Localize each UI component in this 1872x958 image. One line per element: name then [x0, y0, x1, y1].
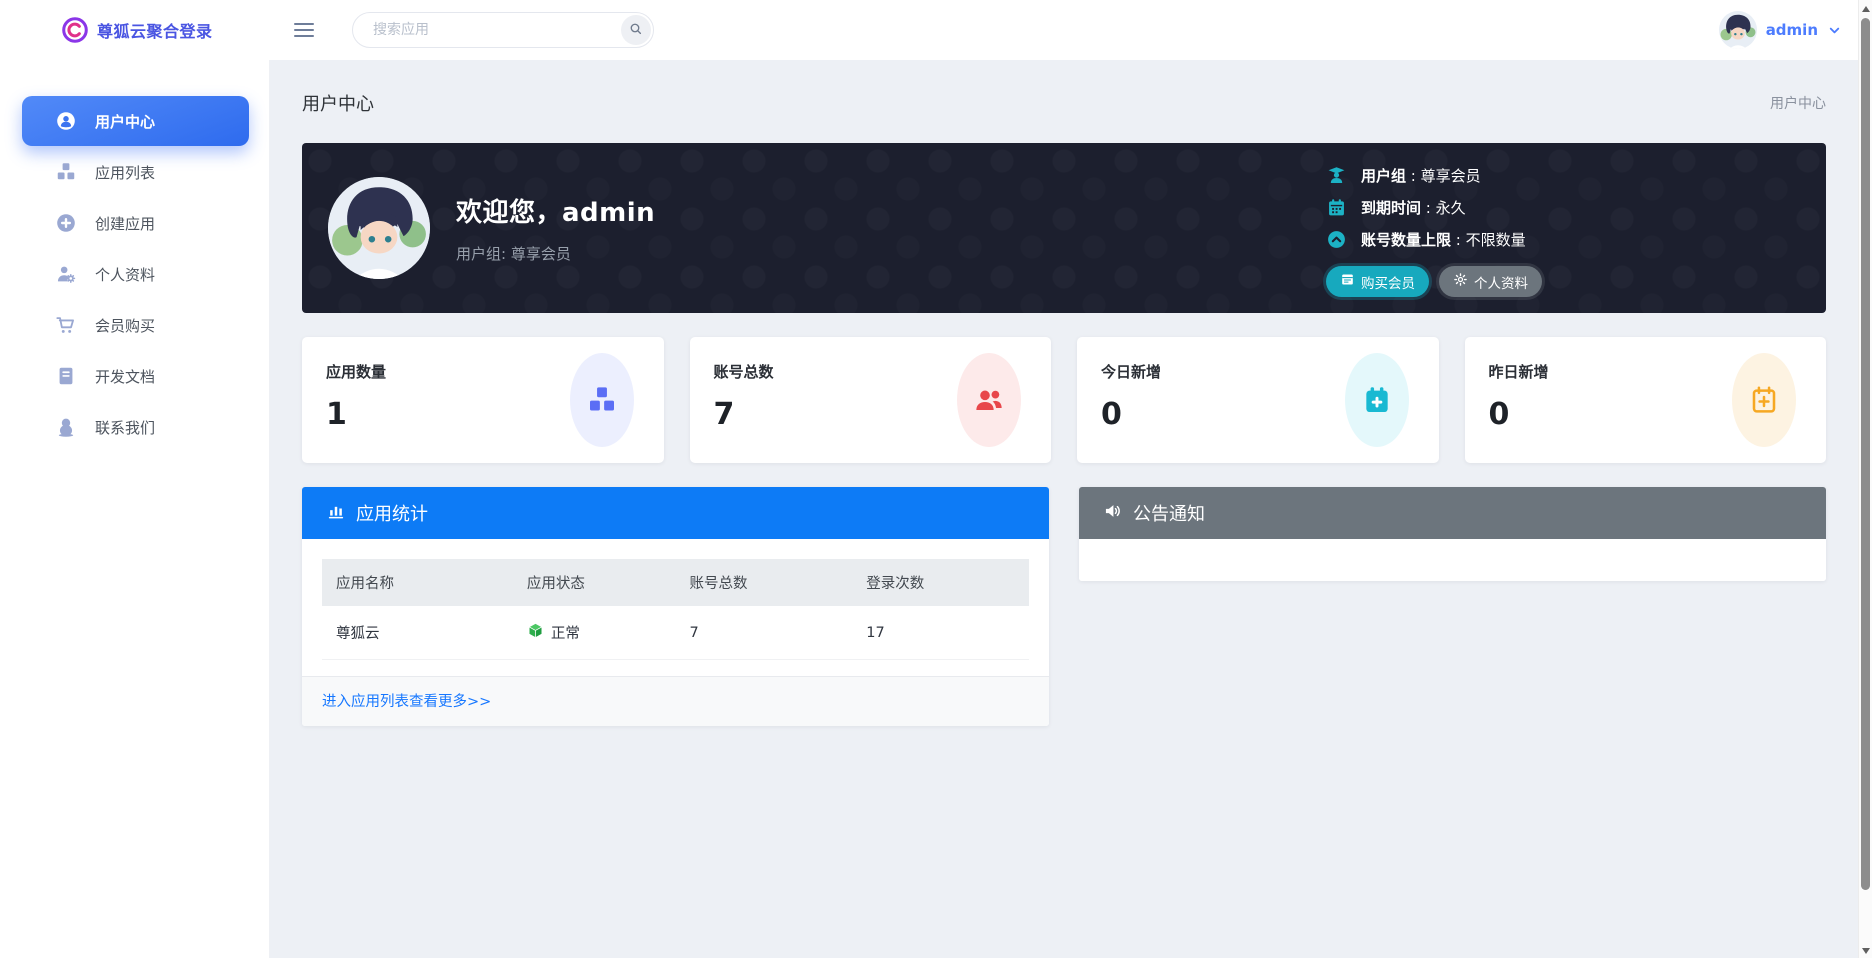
graduate-user-icon [1326, 165, 1347, 186]
menu-toggle-icon[interactable] [294, 22, 314, 38]
app-statistics-header: 应用统计 [302, 487, 1049, 539]
arrow-up-circle-icon [1326, 229, 1347, 250]
cubes-icon [55, 161, 77, 183]
stat-card-today-new: 今日新增 0 [1077, 337, 1439, 463]
sidebar-item-label: 创建应用 [95, 214, 156, 233]
user-group-subtitle: 用户组: 尊享会员 [456, 245, 571, 263]
app-window: 尊狐云聚合登录 admin [0, 0, 1872, 958]
calendar-icon [1326, 197, 1347, 218]
sidebar-item-label: 联系我们 [95, 418, 156, 437]
status-label: 正常 [550, 626, 580, 642]
sidebar: 用户中心 应用列表 创建应用 个人资料 会员购买 开发文档 联系我们 [0, 60, 270, 958]
hero-avatar [328, 177, 430, 279]
profile-button[interactable]: 个人资料 [1439, 266, 1542, 297]
users-icon [957, 353, 1021, 447]
top-bar: 尊狐云聚合登录 admin [0, 0, 1872, 60]
table-header-row: 应用名称 应用状态 账号总数 登录次数 [322, 559, 1029, 606]
stat-cards: 应用数量 1 账号总数 7 今日新增 0 昨日新增 0 [302, 337, 1826, 463]
info-account-limit: 账号数量上限 : 不限数量 [1326, 229, 1538, 250]
sidebar-item-label: 个人资料 [95, 265, 156, 284]
book-icon [55, 365, 77, 387]
logins-cell: 17 [852, 606, 1029, 660]
app-statistics-panel: 应用统计 应用名称 应用状态 账号总数 登录次数 尊狐云 正常 7 17 进入应… [302, 487, 1049, 726]
gear-icon [1453, 272, 1468, 291]
qq-penguin-icon [55, 416, 77, 438]
announcement-header: 公告通知 [1079, 487, 1826, 539]
scroll-down-arrow-icon[interactable] [1862, 948, 1870, 954]
table-row: 尊狐云 正常 7 17 [322, 606, 1029, 660]
main-content: 用户中心 用户中心 欢迎您，admin 用户组: 尊享会员 用户组: 尊享会员… [270, 60, 1872, 958]
sidebar-item-docs[interactable]: 开发文档 [22, 351, 249, 401]
user-avatar[interactable] [1718, 11, 1757, 49]
announcement-panel: 公告通知 [1079, 487, 1826, 581]
vertical-scrollbar[interactable] [1858, 0, 1872, 958]
info-expiry: 到期时间 : 永久 [1326, 197, 1538, 218]
welcome-banner: 欢迎您，admin 用户组: 尊享会员 用户组 : 尊享会员 到期时间: 永久… [302, 143, 1826, 313]
breadcrumb: 用户中心 [1770, 96, 1826, 112]
sidebar-item-label: 应用列表 [95, 163, 156, 182]
calendar-plus-icon [1344, 353, 1409, 447]
sidebar-item-contact[interactable]: 联系我们 [22, 402, 249, 452]
search-icon [628, 21, 644, 40]
cubes-icon [569, 353, 634, 447]
accounts-cell: 7 [675, 606, 853, 660]
user-menu[interactable]: admin [1718, 11, 1872, 49]
app-status-cell: 正常 [512, 606, 676, 660]
chevron-down-icon [1827, 23, 1842, 38]
stat-card-yesterday-new: 昨日新增 0 [1464, 337, 1826, 463]
plus-circle-icon [55, 212, 77, 234]
calendar-plus-outline-icon [1732, 353, 1796, 447]
scroll-up-arrow-icon[interactable] [1862, 6, 1870, 12]
page-title: 用户中心 [302, 94, 374, 115]
info-user-group: 用户组 : 尊享会员 [1326, 165, 1538, 186]
logo-c-icon [62, 17, 88, 43]
sidebar-item-label: 会员购买 [95, 316, 156, 335]
bar-chart-icon [326, 501, 346, 526]
sidebar-item-user-center[interactable]: 用户中心 [22, 96, 249, 146]
sidebar-item-profile[interactable]: 个人资料 [22, 249, 249, 299]
username-label: admin [1765, 21, 1818, 39]
cart-icon [55, 314, 77, 336]
buy-membership-button[interactable]: 购买会员 [1326, 266, 1429, 297]
sidebar-item-label: 用户中心 [95, 112, 156, 131]
welcome-text: 欢迎您，admin [456, 198, 656, 228]
sidebar-item-create-app[interactable]: 创建应用 [22, 198, 249, 248]
view-more-link[interactable]: 进入应用列表查看更多>> [322, 694, 491, 710]
user-gear-icon [55, 263, 77, 285]
stat-card-app-count: 应用数量 1 [302, 337, 664, 463]
passbook-icon [1340, 272, 1355, 291]
search-input[interactable] [352, 12, 654, 48]
scrollbar-thumb[interactable] [1861, 18, 1870, 890]
logo[interactable]: 尊狐云聚合登录 [0, 17, 270, 43]
app-name-cell: 尊狐云 [322, 606, 513, 660]
green-cube-icon [527, 622, 544, 643]
stat-card-account-total: 账号总数 7 [689, 337, 1051, 463]
sidebar-item-app-list[interactable]: 应用列表 [22, 147, 249, 197]
logo-text: 尊狐云聚合登录 [97, 22, 213, 41]
announcement-body [1079, 539, 1826, 581]
sidebar-item-label: 开发文档 [95, 367, 156, 386]
app-statistics-table: 应用名称 应用状态 账号总数 登录次数 尊狐云 正常 7 17 [322, 559, 1029, 660]
search-bar [352, 12, 654, 48]
search-button[interactable] [621, 15, 651, 45]
speaker-icon [1103, 501, 1123, 526]
user-circle-icon [55, 110, 77, 132]
sidebar-item-membership[interactable]: 会员购买 [22, 300, 249, 350]
